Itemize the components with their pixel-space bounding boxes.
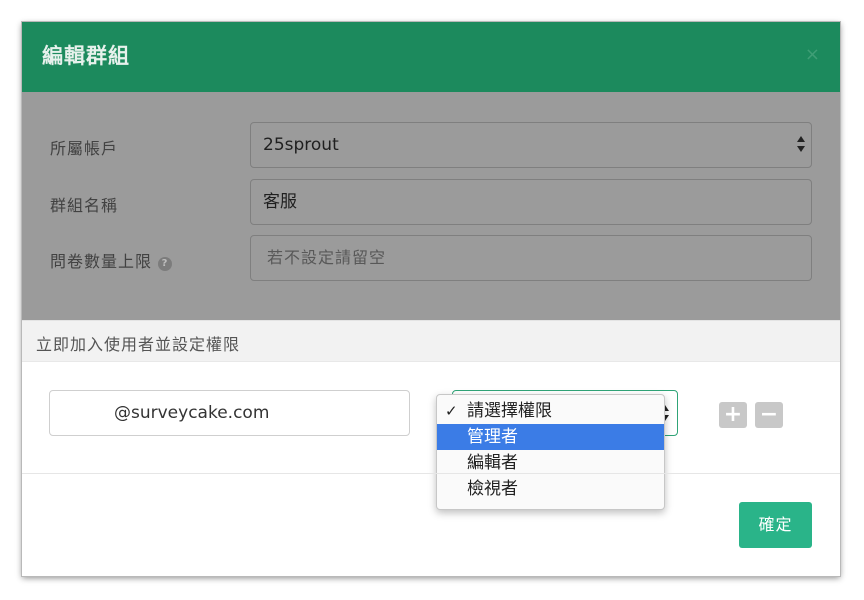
add-user-button[interactable]: + bbox=[719, 402, 747, 428]
group-name-input[interactable]: 客服 bbox=[250, 179, 812, 225]
dropdown-option-label: 請選擇權限 bbox=[467, 401, 552, 421]
checkmark-icon: ✓ bbox=[445, 402, 458, 420]
modal-header: 編輯群組 × bbox=[22, 22, 840, 92]
remove-user-button[interactable]: − bbox=[755, 402, 783, 428]
add-users-section-header: 立即加入使用者並設定權限 bbox=[22, 320, 840, 362]
select-arrows-icon bbox=[797, 136, 805, 154]
survey-limit-label-text: 問卷數量上限 bbox=[50, 252, 153, 271]
dropdown-option[interactable]: ✓ 請選擇權限 bbox=[437, 398, 664, 424]
footer-divider bbox=[22, 473, 840, 474]
group-name-label: 群組名稱 bbox=[50, 196, 119, 215]
dropdown-option[interactable]: 管理者 bbox=[437, 424, 664, 450]
dropdown-option[interactable]: 檢視者 bbox=[437, 476, 664, 502]
modal-title: 編輯群組 bbox=[42, 44, 130, 68]
group-form: 所屬帳戶 25sprout 群組名稱 客服 問卷數量上限? 若不設定請留空 bbox=[22, 92, 840, 320]
account-row: 所屬帳戶 25sprout bbox=[22, 122, 840, 168]
survey-limit-label: 問卷數量上限? bbox=[50, 248, 173, 272]
survey-limit-input[interactable]: 若不設定請留空 bbox=[250, 235, 812, 281]
account-select-value: 25sprout bbox=[263, 135, 339, 155]
dropdown-option-label: 檢視者 bbox=[467, 479, 518, 499]
group-name-row: 群組名稱 客服 bbox=[22, 179, 840, 225]
help-icon[interactable]: ? bbox=[158, 257, 173, 271]
confirm-button[interactable]: 確定 bbox=[739, 502, 812, 548]
section-title: 立即加入使用者並設定權限 bbox=[36, 335, 241, 354]
account-select[interactable]: 25sprout bbox=[250, 122, 812, 168]
permission-dropdown-menu: ✓ 請選擇權限 管理者 編輯者 檢視者 bbox=[436, 394, 665, 510]
survey-limit-row: 問卷數量上限? 若不設定請留空 bbox=[22, 235, 840, 281]
dropdown-option-label: 管理者 bbox=[467, 427, 518, 447]
dropdown-option-label: 編輯者 bbox=[467, 453, 518, 473]
close-icon[interactable]: × bbox=[805, 44, 820, 65]
edit-group-modal: 編輯群組 × 所屬帳戶 25sprout 群組名稱 客服 問卷數量上限? 若不設… bbox=[22, 22, 840, 576]
user-email-input[interactable]: @surveycake.com bbox=[49, 390, 410, 436]
account-label: 所屬帳戶 bbox=[50, 139, 119, 158]
